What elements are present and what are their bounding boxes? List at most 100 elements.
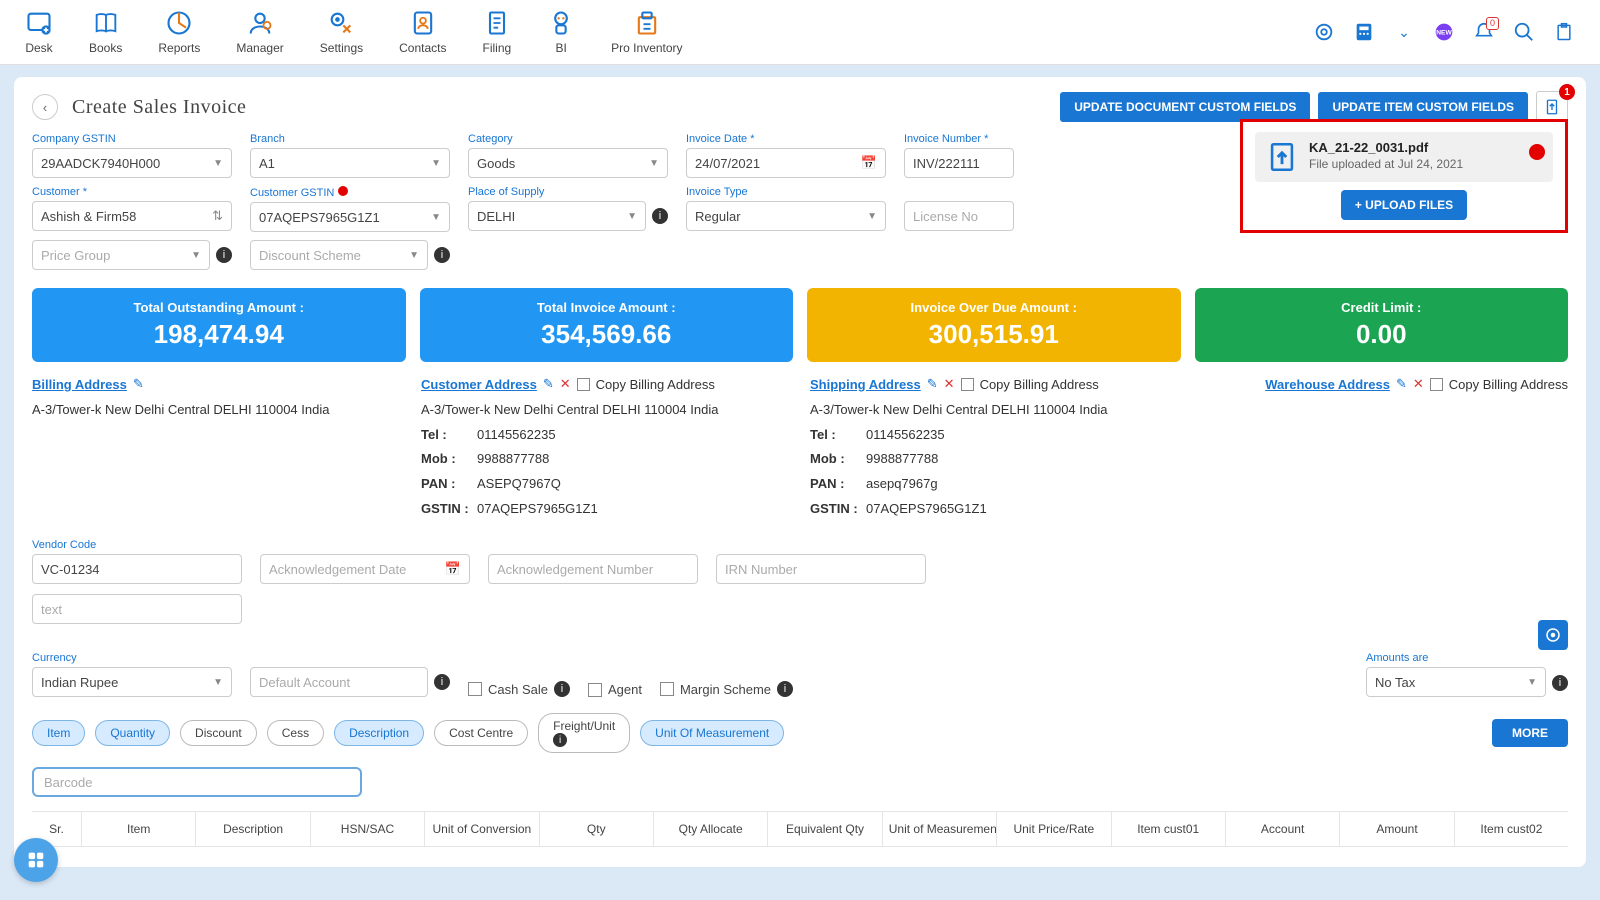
items-table-header: Sr. Item Description HSN/SAC Unit of Con…: [32, 811, 1568, 847]
barcode-input[interactable]: [32, 767, 362, 797]
new-badge-icon[interactable]: NEW: [1433, 21, 1455, 43]
chip-item[interactable]: Item: [32, 720, 85, 746]
summary-invoice: Total Invoice Amount :354,569.66: [420, 288, 794, 362]
line-settings-button[interactable]: [1538, 620, 1568, 650]
inv-type-label: Invoice Type: [686, 186, 886, 198]
vendor-code-label: Vendor Code: [32, 539, 242, 551]
currency-row: Currency Indian Rupee▼ Default Account i C…: [32, 652, 1568, 697]
th-account: Account: [1226, 812, 1340, 846]
nav-books[interactable]: Books: [89, 9, 122, 55]
ack-date-input[interactable]: 📅: [260, 554, 470, 584]
delete-file-icon[interactable]: [1529, 144, 1545, 160]
edit-icon[interactable]: ✎: [1396, 376, 1407, 392]
delete-icon[interactable]: ✕: [560, 376, 571, 392]
cust-gstin-select[interactable]: 07AQEPS7965G1Z1▼: [250, 202, 450, 232]
shipping-address-link[interactable]: Shipping Address: [810, 377, 921, 392]
edit-icon[interactable]: ✎: [133, 376, 144, 392]
info-icon[interactable]: i: [216, 247, 232, 263]
default-account-select[interactable]: Default Account: [250, 667, 428, 697]
nav-pro-inventory[interactable]: Pro Inventory: [611, 9, 682, 55]
calculator-icon[interactable]: [1353, 21, 1375, 43]
info-icon[interactable]: i: [554, 681, 570, 697]
invoice-no-input[interactable]: [904, 148, 1014, 178]
vendor-code-input[interactable]: [32, 554, 242, 584]
info-icon[interactable]: i: [434, 247, 450, 263]
customer-select[interactable]: Ashish & Firm58⇅: [32, 201, 232, 231]
settings-gear-icon[interactable]: [1313, 21, 1335, 43]
chip-uom[interactable]: Unit Of Measurement: [640, 720, 784, 746]
category-select[interactable]: Goods▼: [468, 148, 668, 178]
summary-overdue: Invoice Over Due Amount :300,515.91: [807, 288, 1181, 362]
branch-select[interactable]: A1▼: [250, 148, 450, 178]
dropdown-icon[interactable]: ⌄: [1393, 21, 1415, 43]
column-chips: Item Quantity Discount Cess Description …: [32, 713, 1568, 753]
nav-contacts[interactable]: Contacts: [399, 9, 446, 55]
clipboard-icon[interactable]: [1553, 21, 1575, 43]
settings-icon: [327, 9, 355, 37]
nav-desk[interactable]: Desk: [25, 9, 53, 55]
chip-cess[interactable]: Cess: [267, 720, 324, 746]
copy-billing-checkbox[interactable]: [577, 378, 590, 391]
nav-filing[interactable]: Filing: [482, 9, 511, 55]
reports-icon: [165, 9, 193, 37]
company-gstin-select[interactable]: 29AADCK7940H000▼: [32, 148, 232, 178]
billing-address-link[interactable]: Billing Address: [32, 377, 127, 392]
license-input[interactable]: [904, 201, 1014, 231]
chip-freight[interactable]: Freight/Unit i: [538, 713, 630, 753]
ack-no-input[interactable]: [488, 554, 698, 584]
customer-address-link[interactable]: Customer Address: [421, 377, 537, 392]
nav-settings[interactable]: Settings: [320, 9, 363, 55]
copy-billing-checkbox[interactable]: [1430, 378, 1443, 391]
back-button[interactable]: ‹: [32, 94, 58, 120]
nav-reports[interactable]: Reports: [158, 9, 200, 55]
update-item-custom-button[interactable]: UPDATE ITEM CUSTOM FIELDS: [1318, 92, 1528, 122]
th-hsn: HSN/SAC: [311, 812, 425, 846]
edit-icon[interactable]: ✎: [543, 376, 554, 392]
chip-description[interactable]: Description: [334, 720, 424, 746]
books-icon: [92, 9, 120, 37]
irn-input[interactable]: [716, 554, 926, 584]
vendor-row: Vendor Code 📅: [32, 539, 1568, 584]
delete-icon[interactable]: ✕: [1413, 376, 1424, 392]
page-title: Create Sales Invoice: [72, 96, 246, 119]
info-icon[interactable]: i: [652, 208, 668, 224]
inv-type-select[interactable]: Regular▼: [686, 201, 886, 231]
invoice-card: ‹ Create Sales Invoice UPDATE DOCUMENT C…: [14, 77, 1586, 867]
cash-sale-checkbox[interactable]: Cash Salei: [468, 681, 570, 697]
invoice-date-input[interactable]: 24/07/2021📅: [686, 148, 886, 178]
edit-icon[interactable]: ✎: [927, 376, 938, 392]
price-group-select[interactable]: Price Group▼: [32, 240, 210, 270]
agent-checkbox[interactable]: Agent: [588, 682, 642, 697]
nav-bi[interactable]: BI: [547, 9, 575, 55]
currency-select[interactable]: Indian Rupee▼: [32, 667, 232, 697]
info-icon[interactable]: i: [1552, 675, 1568, 691]
discount-scheme-select[interactable]: Discount Scheme▼: [250, 240, 428, 270]
apps-fab[interactable]: [14, 838, 58, 882]
filing-icon: [483, 9, 511, 37]
info-icon[interactable]: i: [434, 674, 450, 690]
text-input[interactable]: [32, 594, 242, 624]
billing-address-text: A-3/Tower-k New Delhi Central DELHI 1100…: [32, 398, 401, 423]
info-icon[interactable]: i: [777, 681, 793, 697]
update-doc-custom-button[interactable]: UPDATE DOCUMENT CUSTOM FIELDS: [1060, 92, 1310, 122]
attach-count-badge: 1: [1559, 84, 1575, 100]
chip-costcentre[interactable]: Cost Centre: [434, 720, 528, 746]
amounts-are-select[interactable]: No Tax▼: [1366, 667, 1546, 697]
chip-quantity[interactable]: Quantity: [95, 720, 170, 746]
notification-bell-icon[interactable]: 0: [1473, 21, 1495, 43]
margin-checkbox[interactable]: Margin Schemei: [660, 681, 793, 697]
delete-icon[interactable]: ✕: [944, 376, 955, 392]
upload-status: File uploaded at Jul 24, 2021: [1309, 157, 1463, 171]
upload-files-button[interactable]: + UPLOAD FILES: [1341, 190, 1467, 220]
th-price: Unit Price/Rate: [997, 812, 1111, 846]
search-icon[interactable]: [1513, 21, 1535, 43]
summary-credit: Credit Limit :0.00: [1195, 288, 1569, 362]
pos-select[interactable]: DELHI▼: [468, 201, 646, 231]
form-row-3: Price Group▼ i Discount Scheme▼ i: [32, 240, 1568, 270]
currency-label: Currency: [32, 652, 232, 664]
copy-billing-checkbox[interactable]: [961, 378, 974, 391]
more-button[interactable]: MORE: [1492, 719, 1568, 747]
warehouse-address-link[interactable]: Warehouse Address: [1265, 377, 1390, 392]
chip-discount[interactable]: Discount: [180, 720, 257, 746]
nav-manager[interactable]: Manager: [236, 9, 283, 55]
